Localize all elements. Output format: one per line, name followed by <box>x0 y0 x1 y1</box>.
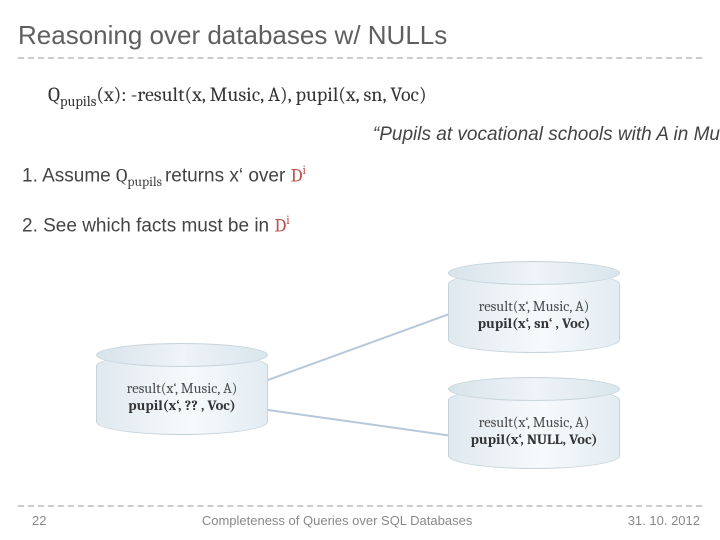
step1-d-symbol: D <box>291 164 303 186</box>
db-cylinder-bottom: result(x‘, Music, A) pupil(x‘, NULL, Voc… <box>448 387 620 469</box>
fact-result: result(x‘, Music, A) <box>127 380 238 397</box>
slide-root: Reasoning over databases w/ NULLs Qpupil… <box>0 0 720 540</box>
fact-pupil: pupil(x‘, NULL, Voc) <box>471 431 598 448</box>
slide-title: Reasoning over databases w/ NULLs <box>18 20 702 59</box>
page-number: 22 <box>32 513 46 528</box>
step-1: 1. Assume Qpupils returns x‘ over Di <box>22 164 702 190</box>
footer-title: Completeness of Queries over SQL Databas… <box>46 513 627 528</box>
fact-result: result(x‘, Music, A) <box>479 414 590 431</box>
db-cylinder-left: result(x‘, Music, A) pupil(x‘, ?? , Voc) <box>96 353 268 435</box>
step1-prefix: 1. Assume <box>22 165 116 186</box>
connector-line <box>268 409 466 438</box>
query-head-symbol: Q <box>48 83 60 106</box>
query-body: (x): -result(x, Music, A), pupil(x, sn, … <box>96 83 426 106</box>
db-cylinder-top: result(x‘, Music, A) pupil(x‘, sn‘ , Voc… <box>448 271 620 353</box>
query-head-subscript: pupils <box>60 93 96 110</box>
step2-d-sup: i <box>286 214 289 228</box>
step1-q-symbol: Q <box>116 164 127 186</box>
step1-mid: returns x‘ over <box>165 165 291 186</box>
query-gloss: “Pupils at vocational schools with A in … <box>18 124 720 146</box>
step-2: 2. See which facts must be in Di <box>22 214 702 237</box>
footer-date: 31. 10. 2012 <box>628 513 700 528</box>
diagram-canvas: result(x‘, Music, A) pupil(x‘, sn‘ , Voc… <box>18 261 702 491</box>
slide-footer: 22 Completeness of Queries over SQL Data… <box>18 505 702 528</box>
connector-line <box>268 311 456 381</box>
query-definition: Qpupils(x): -result(x, Music, A), pupil(… <box>48 83 702 110</box>
fact-pupil: pupil(x‘, ?? , Voc) <box>128 397 235 414</box>
step1-d-sup: i <box>302 164 305 178</box>
step2-prefix: 2. See which facts must be in <box>22 215 274 236</box>
step2-d-symbol: D <box>274 214 286 236</box>
fact-pupil: pupil(x‘, sn‘ , Voc) <box>478 315 591 332</box>
fact-result: result(x‘, Music, A) <box>479 298 590 315</box>
step1-q-sub: pupils <box>127 175 165 190</box>
